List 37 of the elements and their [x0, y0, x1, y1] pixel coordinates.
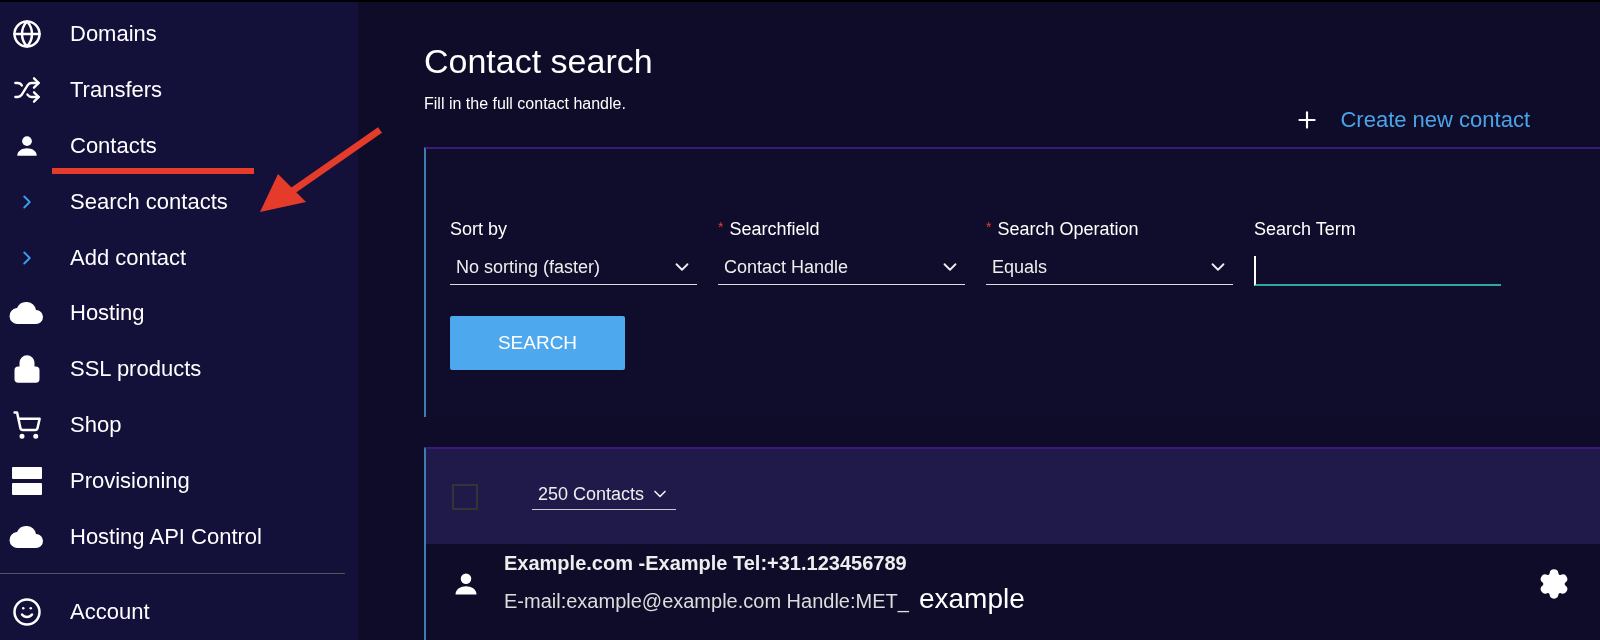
sidebar-item[interactable]: Provisioning	[0, 453, 358, 510]
page-title: Contact search	[424, 42, 654, 81]
select-field[interactable]: Contact Handle	[718, 256, 965, 285]
field-label: Searchfield	[729, 219, 820, 240]
required-mark: *	[718, 219, 724, 237]
shuffle-icon	[13, 75, 41, 104]
checkbox[interactable]	[452, 483, 478, 510]
required-mark: *	[986, 219, 992, 237]
sidebar-item[interactable]: Add contact	[0, 229, 358, 286]
sidebar-item[interactable]: SSL products	[0, 341, 358, 398]
select-field[interactable]: No sorting (faster)	[450, 256, 697, 285]
sidebar-item[interactable]: Transfers	[0, 61, 358, 118]
cart-icon	[12, 410, 42, 441]
server-icon	[12, 467, 42, 496]
cloud-icon	[9, 301, 45, 326]
cloud-icon	[9, 525, 45, 550]
face-icon	[12, 597, 42, 627]
select-field[interactable]: Equals	[986, 256, 1233, 285]
input-field[interactable]	[1254, 256, 1501, 286]
sidebar-item[interactable]: Shop	[0, 397, 358, 454]
lock-icon	[12, 354, 42, 385]
sidebar-item[interactable]: Hosting	[0, 285, 358, 342]
handle-overlay: example	[918, 583, 1025, 615]
page-subtitle: Fill in the full contact handle.	[424, 95, 627, 113]
contact-title: Example.com -Example Tel:+31.123456789	[504, 552, 908, 575]
globe-icon	[12, 18, 42, 49]
sidebar-item[interactable]: Contacts	[0, 117, 358, 174]
page-size-select[interactable]: 250 Contacts	[532, 483, 677, 510]
contact-detail: E-mail:example@example.com Handle:MET_	[504, 590, 909, 613]
field-label: Search Operation	[997, 219, 1139, 240]
sidebar-item[interactable]: Hosting API Control	[0, 509, 358, 566]
sidebar-item[interactable]: Search contacts	[0, 173, 358, 230]
sidebar-item[interactable]: Domains	[0, 6, 358, 62]
sidebar-item[interactable]: Account	[0, 584, 358, 640]
field-label: Search Term	[1254, 219, 1356, 240]
field-label: Sort by	[450, 219, 508, 240]
create-contact-link[interactable]: Create new contact	[1294, 107, 1530, 133]
